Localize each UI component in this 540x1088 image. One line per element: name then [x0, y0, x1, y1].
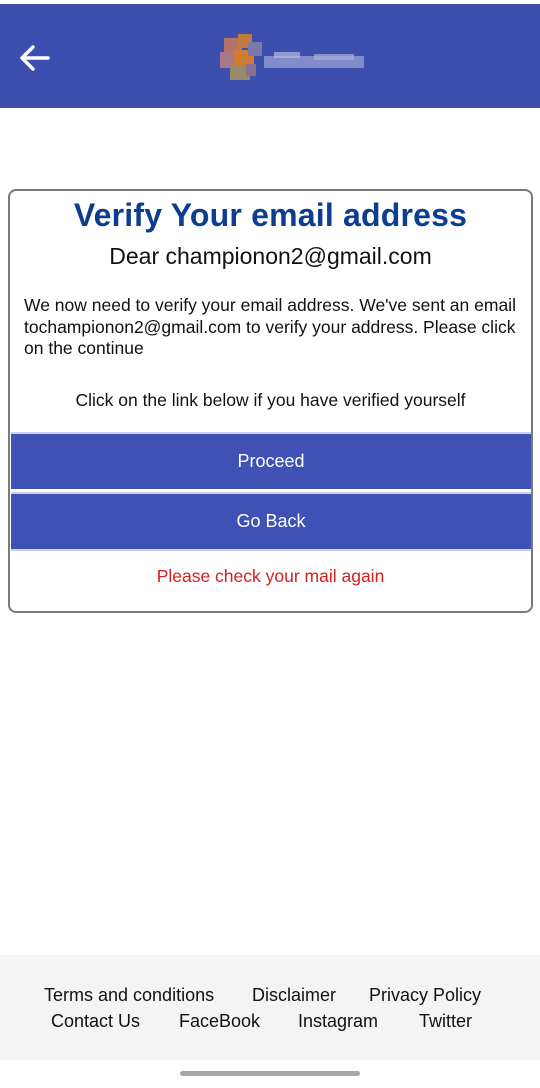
error-message: Please check your mail again [156, 566, 385, 586]
footer-link-instagram[interactable]: Instagram [298, 1011, 378, 1032]
home-indicator[interactable] [180, 1071, 360, 1076]
verify-email-card: Verify Your email address Dear championo… [8, 189, 533, 613]
verified-hint: Click on the link below if you have veri… [75, 390, 466, 410]
go-back-button[interactable]: Go Back [11, 492, 531, 551]
footer-link-disclaimer[interactable]: Disclaimer [252, 985, 336, 1006]
footer: Terms and conditions Disclaimer Privacy … [0, 955, 540, 1060]
arrow-left-icon [20, 45, 50, 71]
proceed-button[interactable]: Proceed [11, 432, 531, 489]
footer-link-contact[interactable]: Contact Us [51, 1011, 140, 1032]
app-logo [218, 34, 368, 82]
card-title: Verify Your email address [73, 197, 468, 233]
back-button[interactable] [14, 38, 54, 78]
footer-link-facebook[interactable]: FaceBook [179, 1011, 260, 1032]
top-app-bar [0, 4, 540, 108]
footer-link-twitter[interactable]: Twitter [419, 1011, 472, 1032]
footer-link-terms[interactable]: Terms and conditions [44, 985, 214, 1006]
greeting-text: Dear championon2@gmail.com [109, 243, 432, 269]
verification-message: We now need to verify your email address… [24, 295, 516, 358]
footer-link-privacy[interactable]: Privacy Policy [369, 985, 481, 1006]
